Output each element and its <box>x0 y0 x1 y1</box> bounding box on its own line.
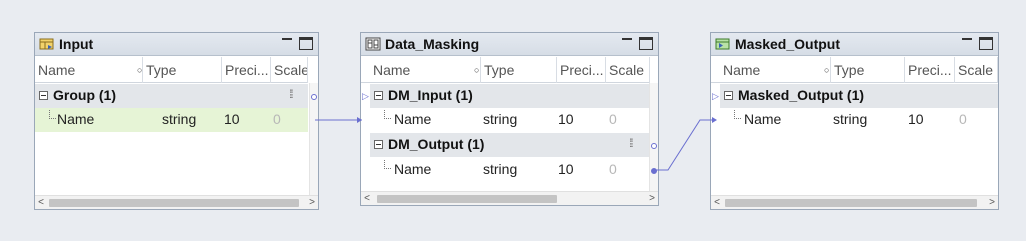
masking-node-titlebar[interactable]: Data_Masking <box>361 33 658 56</box>
column-header-precision[interactable]: Preci... <box>905 57 955 83</box>
horizontal-scrollbar[interactable]: < > <box>35 195 318 209</box>
group-label: Masked_Output (1) <box>738 87 865 103</box>
field-precision: 10 <box>558 111 574 127</box>
masking-transformation-icon <box>365 37 381 51</box>
field-row[interactable]: Name string 10 0 <box>720 108 998 132</box>
output-port-icon[interactable] <box>651 168 657 174</box>
minimize-icon[interactable] <box>622 38 632 44</box>
input-port-marker-icon: ▷ <box>712 91 719 101</box>
output-group-row[interactable]: DM_Output (1) ⁞⁞ <box>370 133 650 157</box>
scroll-thumb[interactable] <box>49 199 299 207</box>
input-node[interactable]: Input Name ○ Type Preci... Scale Group (1… <box>34 32 319 210</box>
scroll-thumb[interactable] <box>377 195 557 203</box>
column-header-name-label: Name <box>373 62 411 78</box>
collapse-icon[interactable] <box>39 91 48 100</box>
field-precision: 10 <box>224 111 240 127</box>
field-type: string <box>483 161 518 177</box>
column-header-precision[interactable]: Preci... <box>222 57 271 83</box>
field-type: string <box>162 111 197 127</box>
input-group-label: DM_Input (1) <box>388 87 473 103</box>
field-type: string <box>833 111 868 127</box>
horizontal-scrollbar[interactable]: < > <box>361 191 658 205</box>
link-input-to-masking[interactable] <box>315 117 362 123</box>
column-header-type[interactable]: Type <box>481 57 557 83</box>
column-header-scale[interactable]: Scale <box>955 57 998 83</box>
column-header-scale[interactable]: Scale <box>606 57 650 83</box>
scroll-left-icon[interactable]: < <box>711 196 723 209</box>
output-group-label: DM_Output (1) <box>388 136 485 152</box>
input-port-marker-icon: ▷ <box>362 91 369 101</box>
maximize-icon[interactable] <box>979 37 993 50</box>
input-column-header: Name ○ Type Preci... Scale <box>35 57 308 83</box>
tree-connector <box>49 110 56 119</box>
column-header-name[interactable]: Name ○ <box>370 57 481 83</box>
field-name: Name <box>394 111 432 127</box>
link-masking-to-output[interactable] <box>654 117 717 171</box>
input-group-row[interactable]: DM_Input (1) <box>370 84 650 108</box>
column-header-name[interactable]: Name ○ <box>35 57 143 83</box>
group-label: Group (1) <box>53 87 116 103</box>
masking-node-title: Data_Masking <box>385 36 480 52</box>
output-port-icon[interactable] <box>311 94 317 100</box>
column-header-scale[interactable]: Scale <box>271 57 308 83</box>
source-table-icon <box>39 38 54 50</box>
field-scale: 0 <box>959 111 967 127</box>
output-port-icon[interactable] <box>651 143 657 149</box>
collapse-icon[interactable] <box>374 91 383 100</box>
collapse-icon[interactable] <box>374 140 383 149</box>
input-field-row[interactable]: Name string 10 0 <box>370 108 650 132</box>
tree-connector <box>734 110 741 119</box>
horizontal-scrollbar[interactable]: < > <box>711 195 998 209</box>
sort-handle-icon[interactable]: ○ <box>474 57 479 83</box>
drag-grip-icon[interactable]: ⁞⁞ <box>629 136 633 150</box>
column-header-name-label: Name <box>723 62 761 78</box>
sort-handle-icon[interactable]: ○ <box>137 57 142 83</box>
field-row[interactable]: Name string 10 0 <box>35 108 308 132</box>
field-name: Name <box>57 111 95 127</box>
column-header-name[interactable]: Name ○ <box>720 57 831 83</box>
scroll-left-icon[interactable]: < <box>35 196 47 209</box>
scroll-left-icon[interactable]: < <box>361 192 373 205</box>
field-precision: 10 <box>558 161 574 177</box>
field-name: Name <box>394 161 432 177</box>
masked-output-node[interactable]: Masked_Output Name ○ Type Preci... Scale … <box>710 32 999 210</box>
vertical-scrollbar[interactable] <box>649 83 658 191</box>
group-row[interactable]: Masked_Output (1) <box>720 84 998 108</box>
field-type: string <box>483 111 518 127</box>
maximize-icon[interactable] <box>639 37 653 50</box>
field-scale: 0 <box>273 111 281 127</box>
field-scale: 0 <box>609 111 617 127</box>
maximize-icon[interactable] <box>299 37 313 50</box>
field-precision: 10 <box>908 111 924 127</box>
column-header-type[interactable]: Type <box>143 57 222 83</box>
column-header-name-label: Name <box>38 62 76 78</box>
output-field-row[interactable]: Name string 10 0 <box>370 158 650 182</box>
masking-column-header: Name ○ Type Preci... Scale <box>361 57 650 83</box>
tree-connector <box>384 160 391 169</box>
field-name: Name <box>744 111 782 127</box>
drag-grip-icon[interactable]: ⁞⁞ <box>289 87 293 101</box>
sort-handle-icon[interactable]: ○ <box>824 57 829 83</box>
mapping-canvas[interactable]: Input Name ○ Type Preci... Scale Group (1… <box>0 0 1026 241</box>
scroll-thumb[interactable] <box>725 199 977 207</box>
column-header-type[interactable]: Type <box>831 57 905 83</box>
scroll-right-icon[interactable]: > <box>986 196 998 209</box>
scroll-right-icon[interactable]: > <box>646 192 658 205</box>
field-scale: 0 <box>609 161 617 177</box>
collapse-icon[interactable] <box>724 91 733 100</box>
input-node-titlebar[interactable]: Input <box>35 33 318 56</box>
column-header-precision[interactable]: Preci... <box>557 57 606 83</box>
output-node-title: Masked_Output <box>735 36 841 52</box>
data-masking-node[interactable]: Data_Masking Name ○ Type Preci... Scale ▷… <box>360 32 659 206</box>
input-node-title: Input <box>59 36 94 52</box>
group-row[interactable]: Group (1) ⁞⁞ <box>35 84 308 108</box>
scroll-right-icon[interactable]: > <box>306 196 318 209</box>
target-table-icon <box>715 38 730 50</box>
minimize-icon[interactable] <box>962 38 972 44</box>
minimize-icon[interactable] <box>282 38 292 44</box>
output-node-titlebar[interactable]: Masked_Output <box>711 33 998 56</box>
output-column-header: Name ○ Type Preci... Scale <box>711 57 998 83</box>
tree-connector <box>384 110 391 119</box>
